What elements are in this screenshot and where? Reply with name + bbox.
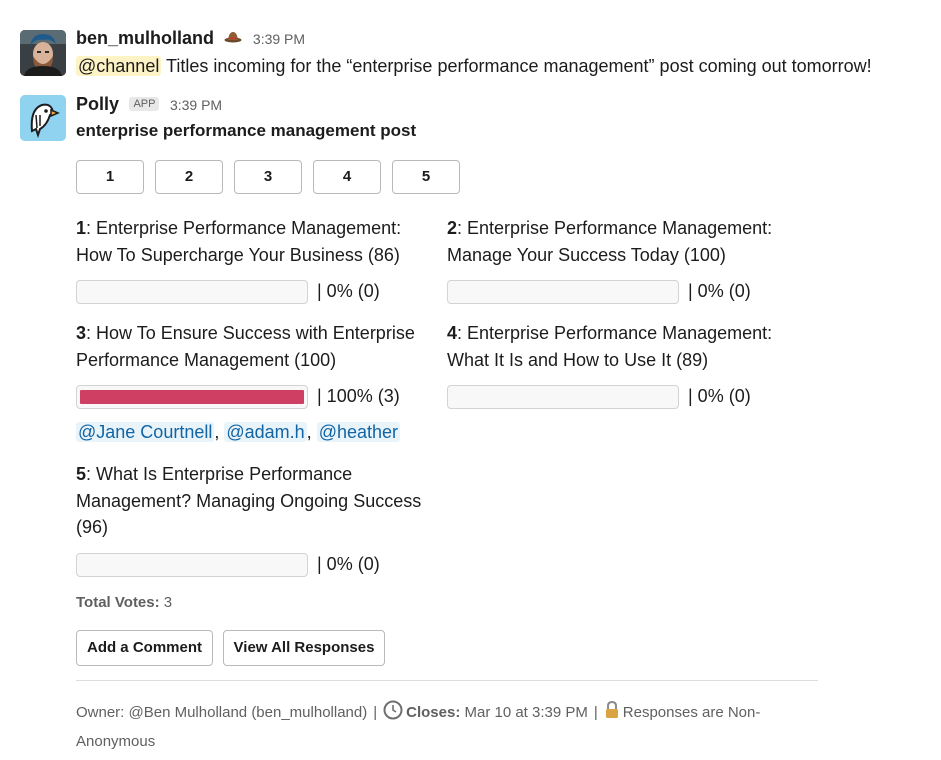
option-number: 5 (76, 464, 87, 484)
separator: | (593, 704, 598, 721)
clock-icon (383, 700, 403, 729)
user-photo-icon (20, 30, 66, 76)
poll-option-5: 5: What Is Enterprise Performance Manage… (76, 461, 431, 541)
option-number: 4 (447, 323, 458, 343)
view-all-responses-button[interactable]: View All Responses (223, 630, 385, 666)
timestamp[interactable]: 3:39 PM (170, 97, 222, 113)
total-votes: Total Votes: 3 (76, 594, 172, 611)
result-bar-5 (76, 553, 308, 577)
message-text: @channel Titles incoming for the “enterp… (76, 53, 872, 79)
result-percent-3: | 100% (3) (317, 386, 400, 406)
polly-bird-icon (20, 95, 66, 141)
voter-mention[interactable]: @adam.h (224, 422, 307, 442)
poll-option-1: 1: Enterprise Performance Management: Ho… (76, 215, 431, 268)
vote-button-5[interactable]: 5 (392, 160, 460, 194)
channel-mention[interactable]: @channel (76, 56, 162, 76)
option-number: 3 (76, 323, 87, 343)
vote-button-3[interactable]: 3 (234, 160, 302, 194)
total-votes-label: Total Votes: (76, 594, 160, 611)
author-name[interactable]: Polly (76, 94, 119, 114)
avatar-polly[interactable] (20, 95, 66, 141)
voter-list: @Jane Courtnell, @adam.h, @heather (76, 422, 401, 442)
voter-mention[interactable]: @heather (316, 422, 401, 442)
avatar-ben[interactable] (20, 30, 66, 76)
option-text: : How To Ensure Success with Enterprise … (76, 323, 415, 370)
result-percent-5: | 0% (0) (317, 554, 380, 574)
result-bar-4 (447, 385, 679, 409)
poll-option-2: 2: Enterprise Performance Management: Ma… (447, 215, 802, 268)
separator: | (373, 704, 378, 721)
option-text: : What Is Enterprise Performance Managem… (76, 464, 422, 537)
closes-label: Closes: (406, 704, 461, 721)
message-body: Titles incoming for the “enterprise perf… (161, 56, 872, 76)
voter-mention[interactable]: @Jane Courtnell (76, 422, 215, 442)
closes-value: Mar 10 at 3:39 PM (460, 704, 588, 721)
hat-icon (224, 30, 242, 48)
divider (76, 680, 818, 681)
lock-icon (604, 700, 620, 729)
result-percent-2: | 0% (0) (688, 281, 751, 301)
vote-button-1[interactable]: 1 (76, 160, 144, 194)
poll-title: enterprise performance management post (76, 121, 417, 140)
poll-option-3: 3: How To Ensure Success with Enterprise… (76, 320, 431, 373)
app-badge: APP (129, 97, 160, 111)
result-percent-4: | 0% (0) (688, 386, 751, 406)
option-text: : Enterprise Performance Management: How… (76, 218, 402, 265)
result-bar-1 (76, 280, 308, 304)
option-text: : Enterprise Performance Management: Man… (447, 218, 773, 265)
timestamp[interactable]: 3:39 PM (253, 31, 305, 47)
owner-text: Owner: @Ben Mulholland (ben_mulholland) (76, 704, 368, 721)
author-name[interactable]: ben_mulholland (76, 28, 214, 48)
poll-option-4: 4: Enterprise Performance Management: Wh… (447, 320, 802, 373)
result-bar-2 (447, 280, 679, 304)
vote-button-4[interactable]: 4 (313, 160, 381, 194)
option-number: 2 (447, 218, 458, 238)
option-text: : Enterprise Performance Management: Wha… (447, 323, 773, 370)
add-comment-button[interactable]: Add a Comment (76, 630, 213, 666)
vote-button-2[interactable]: 2 (155, 160, 223, 194)
result-bar-fill (80, 390, 304, 404)
result-bar-3 (76, 385, 308, 409)
option-number: 1 (76, 218, 87, 238)
result-percent-1: | 0% (0) (317, 281, 380, 301)
total-votes-value: 3 (159, 594, 173, 611)
poll-footer: Owner: @Ben Mulholland (ben_mulholland) |… (76, 700, 816, 755)
